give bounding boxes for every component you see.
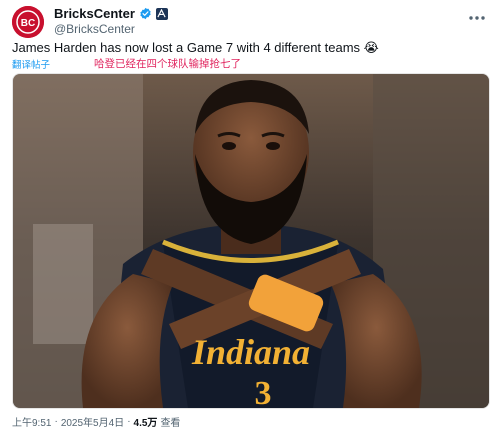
brickscenter-logo: BC [12,6,44,38]
meta-separator: · [54,416,58,427]
meta-separator-2: · [127,416,131,427]
tweet-meta: 上午9:51 · 2025年5月4日 · 4.5万 查看 [12,414,180,429]
svg-text:Indiana: Indiana [191,332,310,372]
svg-text:BC: BC [21,18,35,29]
svg-text:3: 3 [255,375,272,408]
display-name[interactable]: BricksCenter [54,6,135,21]
name-row: BricksCenter [54,6,168,21]
more-icon[interactable] [468,8,486,26]
translated-text: 哈登已经在四个球队输掉抢七了 [94,58,241,70]
post-time[interactable]: 上午9:51 [12,414,51,429]
post-date[interactable]: 2025年5月4日 [61,414,124,429]
basketball-player-photo: Indiana 3 [13,74,489,408]
tweet-card: BC BricksCenter @BricksCenter James Hard… [0,0,500,440]
avatar[interactable]: BC [12,6,44,38]
handle[interactable]: @BricksCenter [54,22,135,36]
translate-row: 翻译帖子 哈登已经在四个球队输掉抢七了 [12,57,488,71]
crying-emoji: 😭 [363,40,379,55]
affiliate-badge-icon [155,7,168,20]
tweet-body: James Harden has now lost a Game 7 with … [12,40,361,55]
views-count: 4.5万 [133,418,158,429]
tweet-text: James Harden has now lost a Game 7 with … [12,40,379,56]
translate-post-link[interactable]: 翻译帖子 [12,57,50,71]
tweet-photo[interactable]: Indiana 3 [12,73,490,409]
views-label: 查看 [160,418,181,429]
verified-badge-icon [140,7,151,20]
